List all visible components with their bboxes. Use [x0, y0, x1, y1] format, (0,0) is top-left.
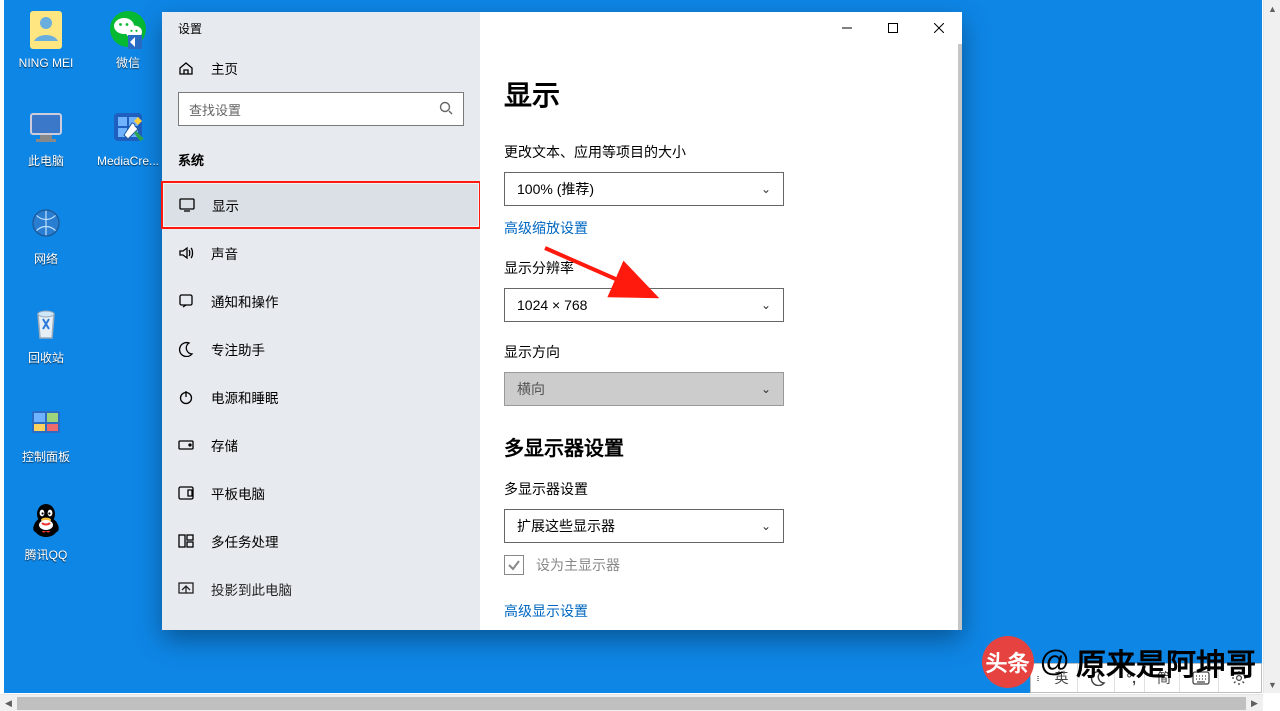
- orientation-label: 显示方向: [504, 342, 938, 362]
- nav-projecting-label: 投影到此电脑: [211, 579, 292, 599]
- home-icon: [178, 60, 194, 76]
- nav-display-label: 显示: [212, 195, 239, 215]
- orientation-select: 横向 ⌄: [504, 372, 784, 406]
- sidebar-section-system: 系统: [162, 136, 480, 169]
- settings-main-panel: 显示 更改文本、应用等项目的大小 100% (推荐) ⌄ 高级缩放设置 显示分辨…: [480, 12, 962, 630]
- settings-sidebar: 设置 主页 查找设置 系统 显示: [162, 12, 480, 630]
- settings-window: 设置 主页 查找设置 系统 显示: [162, 12, 962, 630]
- multi-display-select[interactable]: 扩展这些显示器 ⌄: [504, 509, 784, 543]
- nav-sound[interactable]: 声音: [162, 229, 480, 277]
- nav-multitask-label: 多任务处理: [211, 531, 279, 551]
- nav-tablet-label: 平板电脑: [211, 483, 265, 503]
- page-vertical-scrollbar[interactable]: ▲▼: [1263, 0, 1280, 693]
- desktop-icon-ningmei[interactable]: NING MEI: [8, 5, 84, 70]
- desktop-icon-mediacreation[interactable]: MediaCre...: [90, 103, 166, 168]
- search-placeholder: 查找设置: [189, 100, 241, 119]
- desktop-icon-qq[interactable]: 腾讯QQ: [8, 497, 84, 562]
- nav-notifications-label: 通知和操作: [211, 291, 279, 311]
- speaker-icon: [178, 245, 194, 261]
- page-title: 显示: [504, 74, 938, 114]
- desktop-icon-network[interactable]: 网络: [8, 201, 84, 266]
- nav-sound-label: 声音: [211, 243, 238, 263]
- chevron-down-icon: ⌄: [761, 182, 771, 196]
- nav-display[interactable]: 显示: [161, 181, 481, 229]
- nav-focus-label: 专注助手: [211, 339, 265, 359]
- nav-focus[interactable]: 专注助手: [162, 325, 480, 373]
- nav-home[interactable]: 主页: [162, 44, 480, 92]
- scale-label: 更改文本、应用等项目的大小: [504, 142, 938, 162]
- watermark-name: 原来是阿坤哥: [1076, 640, 1256, 684]
- tablet-icon: [178, 486, 194, 500]
- desktop-icon-recyclebin[interactable]: 回收站: [8, 300, 84, 365]
- advanced-scaling-link[interactable]: 高级缩放设置: [504, 218, 588, 238]
- storage-icon: [178, 439, 194, 451]
- display-icon: [179, 198, 195, 212]
- nav-power-label: 电源和睡眠: [211, 387, 279, 407]
- watermark-at: @: [1040, 645, 1070, 679]
- multi-display-label: 多显示器设置: [504, 479, 938, 499]
- nav-storage-label: 存储: [211, 435, 238, 455]
- chevron-down-icon: ⌄: [761, 298, 771, 312]
- multi-display-value: 扩展这些显示器: [517, 516, 615, 536]
- notifications-icon: [178, 293, 194, 309]
- primary-display-checkbox[interactable]: 设为主显示器: [504, 555, 938, 575]
- scale-value: 100% (推荐): [517, 179, 594, 199]
- project-icon: [178, 582, 194, 596]
- power-icon: [178, 389, 194, 405]
- nav-home-label: 主页: [211, 58, 238, 78]
- chevron-down-icon: ⌄: [761, 519, 771, 533]
- nav-notifications[interactable]: 通知和操作: [162, 277, 480, 325]
- orientation-value: 横向: [517, 379, 545, 399]
- nav-tablet[interactable]: 平板电脑: [162, 469, 480, 517]
- multi-display-heading: 多显示器设置: [504, 432, 938, 461]
- resolution-value: 1024 × 768: [517, 297, 587, 313]
- advanced-display-link[interactable]: 高级显示设置: [504, 601, 588, 621]
- nav-multitask[interactable]: 多任务处理: [162, 517, 480, 565]
- toutiao-logo: 头条: [982, 636, 1034, 688]
- multitask-icon: [178, 534, 194, 548]
- desktop-icon-wechat[interactable]: 微信: [90, 5, 166, 70]
- watermark: 头条 @ 原来是阿坤哥: [976, 635, 1262, 689]
- resolution-select[interactable]: 1024 × 768 ⌄: [504, 288, 784, 322]
- desktop: NING MEI 此电脑 网络 回收站 控制面板 腾讯QQ 微信: [4, 0, 1262, 693]
- window-title: 设置: [162, 12, 480, 44]
- desktop-icon-thispc[interactable]: 此电脑: [8, 103, 84, 168]
- primary-display-label: 设为主显示器: [536, 555, 620, 575]
- page-horizontal-scrollbar[interactable]: ◀▶: [0, 694, 1263, 711]
- search-input[interactable]: 查找设置: [178, 92, 464, 126]
- search-icon: [439, 101, 453, 118]
- minimize-button[interactable]: [824, 12, 870, 44]
- close-button[interactable]: [916, 12, 962, 44]
- scale-select[interactable]: 100% (推荐) ⌄: [504, 172, 784, 206]
- maximize-button[interactable]: [870, 12, 916, 44]
- nav-storage[interactable]: 存储: [162, 421, 480, 469]
- resolution-label: 显示分辨率: [504, 258, 938, 278]
- nav-power[interactable]: 电源和睡眠: [162, 373, 480, 421]
- desktop-icon-controlpanel[interactable]: 控制面板: [8, 399, 84, 464]
- nav-projecting[interactable]: 投影到此电脑: [162, 565, 480, 613]
- moon-icon: [178, 341, 194, 357]
- chevron-down-icon: ⌄: [761, 382, 771, 396]
